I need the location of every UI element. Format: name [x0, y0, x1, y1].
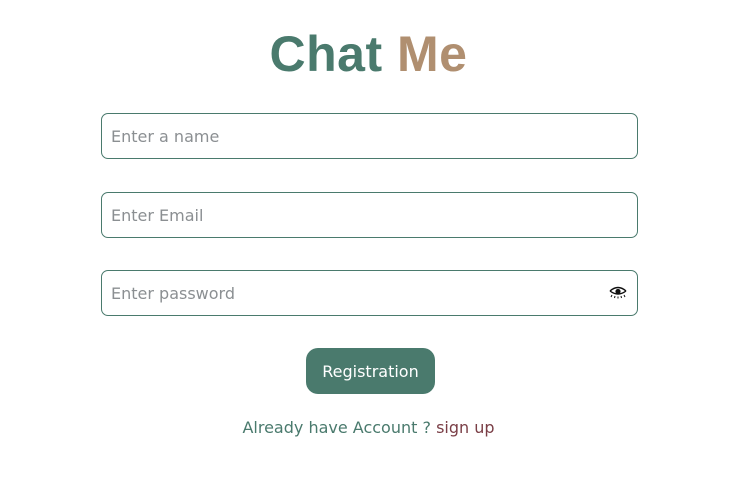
app-title-part1: Chat	[269, 26, 383, 82]
name-field-box	[101, 113, 638, 159]
registration-button[interactable]: Registration	[306, 348, 435, 394]
registration-page: Chat Me Registration Already have Accoun…	[0, 0, 737, 501]
sign-up-link[interactable]: sign up	[436, 418, 494, 437]
email-input[interactable]	[102, 193, 637, 237]
signup-question: Already have Account ?	[242, 418, 431, 437]
signup-prompt: Already have Account ? sign up	[0, 416, 737, 440]
password-input[interactable]	[102, 271, 637, 315]
password-field-box	[101, 270, 638, 316]
name-input[interactable]	[102, 114, 637, 158]
eye-icon[interactable]	[608, 285, 628, 301]
email-field-box	[101, 192, 638, 238]
app-title: Chat Me	[0, 24, 737, 84]
app-title-part2: Me	[397, 26, 468, 82]
